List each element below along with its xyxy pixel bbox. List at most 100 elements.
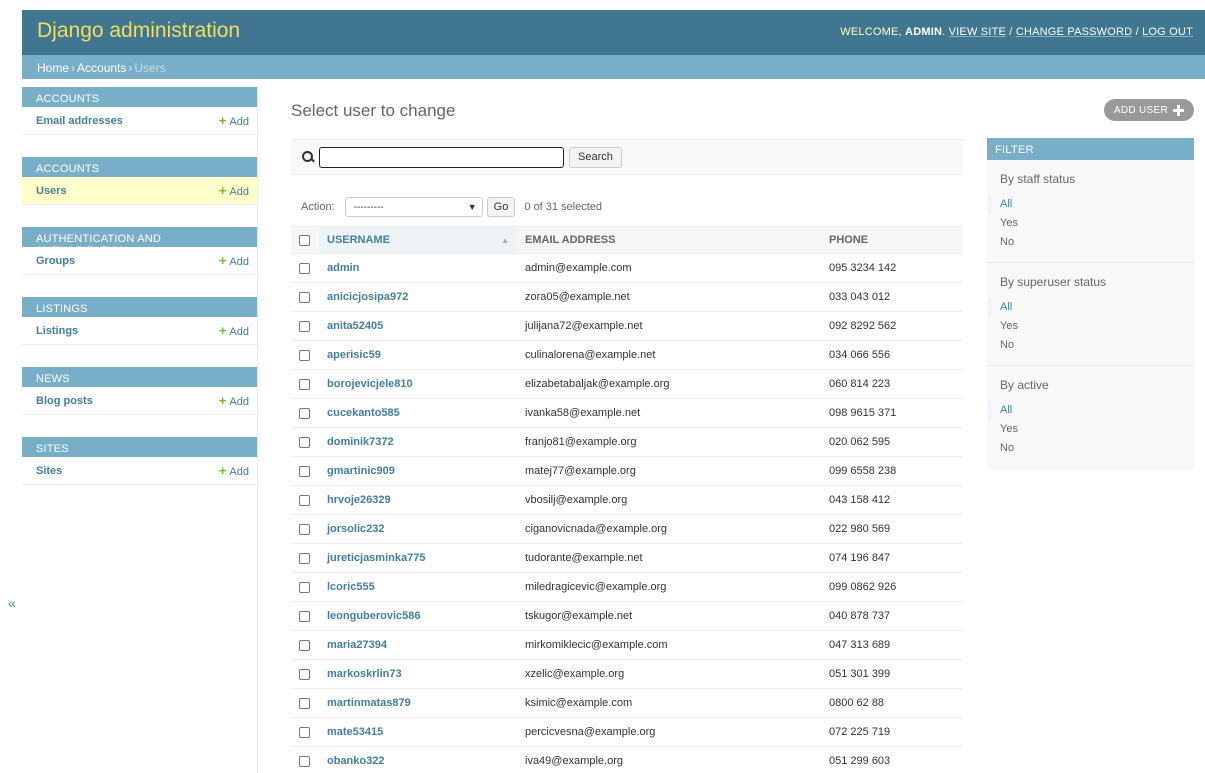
table-row: cucekanto585 ivanka58@example.net 098 9615… (291, 398, 963, 428)
username-link[interactable]: jureticjasminka775 (327, 552, 425, 564)
row-select-cell (291, 253, 319, 283)
row-checkbox[interactable] (299, 668, 310, 680)
table-row: admin admin@example.com 095 3234 142 (291, 253, 963, 283)
filter-option-active-all[interactable]: All (987, 401, 1194, 420)
column-header-username[interactable]: Username ▲ (319, 226, 517, 254)
table-row: aperisic59 culinalorena@example.net 034 06… (291, 340, 963, 370)
row-checkbox[interactable] (299, 291, 310, 303)
module-caption[interactable]: Authentication and Authorization (22, 227, 257, 257)
sidebar-link-listings[interactable]: Listings (36, 325, 78, 337)
toggle-nav-sidebar-button[interactable]: « (8, 595, 16, 611)
table-row: martinmatas879 ksimic@example.com 0800 62 … (291, 688, 963, 718)
phone-cell: 074 196 847 (821, 543, 963, 573)
search-input[interactable] (319, 146, 564, 168)
sidebar-link-groups[interactable]: Groups (36, 255, 75, 267)
filter-option-active-yes[interactable]: Yes (987, 420, 1194, 439)
column-header-phone[interactable]: Phone (821, 226, 963, 254)
log-out-link[interactable]: LOG OUT (1142, 26, 1193, 38)
row-checkbox[interactable] (299, 610, 310, 622)
row-checkbox[interactable] (299, 552, 310, 564)
select-all-checkbox[interactable] (299, 234, 310, 246)
breadcrumb-accounts[interactable]: Accounts (77, 61, 126, 75)
sidebar-item-sites: Sites + Add (22, 457, 257, 485)
view-site-link[interactable]: VIEW SITE (949, 26, 1006, 38)
username-link[interactable]: anita52405 (327, 320, 383, 332)
username-link[interactable]: borojevicjele810 (327, 378, 413, 390)
filter-option-staff-all[interactable]: All (987, 195, 1194, 214)
username-link[interactable]: lcoric555 (327, 581, 375, 593)
row-checkbox[interactable] (299, 726, 310, 738)
username-link[interactable]: maria27394 (327, 639, 387, 651)
email-cell: elizabetabaljak@example.org (517, 369, 821, 399)
add-user-sidebar-link[interactable]: + Add (219, 183, 249, 198)
filter-option-superuser-no[interactable]: No (987, 336, 1194, 355)
username-link[interactable]: aperisic59 (327, 349, 381, 361)
row-checkbox[interactable] (299, 378, 310, 390)
phone-cell: 060 814 223 (821, 369, 963, 399)
add-user-button[interactable]: ADD USER (1103, 99, 1194, 121)
username-link[interactable]: hrvoje26329 (327, 494, 391, 506)
actions-bar: Action: --------- ▼ Go 0 of 31 selected (291, 194, 963, 220)
module-caption[interactable]: Listings (22, 297, 257, 317)
filter-option-active-no[interactable]: No (987, 439, 1194, 458)
add-group-link[interactable]: + Add (219, 253, 249, 268)
row-checkbox[interactable] (299, 494, 310, 506)
username-link[interactable]: cucekanto585 (327, 407, 400, 419)
sidebar-link-users[interactable]: Users (36, 185, 67, 197)
plus-icon (1173, 104, 1184, 116)
add-blog-post-link[interactable]: + Add (219, 393, 249, 408)
filter-option-staff-no[interactable]: No (987, 233, 1194, 252)
site-branding-link[interactable]: Django administration (37, 19, 240, 43)
username-link[interactable]: obanko322 (327, 755, 384, 767)
search-button[interactable]: Search (569, 146, 622, 168)
filter-option-superuser-yes[interactable]: Yes (987, 317, 1194, 336)
plus-icon: + (218, 253, 227, 268)
row-checkbox[interactable] (299, 349, 310, 361)
sidebar-link-blog-posts[interactable]: Blog posts (36, 395, 93, 407)
sort-ascending-icon[interactable]: ▲ (501, 236, 509, 245)
username-link[interactable]: martinmatas879 (327, 697, 411, 709)
row-select-cell (291, 601, 319, 631)
sidebar-link-sites[interactable]: Sites (36, 465, 62, 477)
add-email-address-link[interactable]: + Add (219, 113, 249, 128)
row-checkbox[interactable] (299, 755, 310, 767)
filter-option-superuser-all[interactable]: All (987, 298, 1194, 317)
module-caption[interactable]: News (22, 367, 257, 387)
module-caption[interactable]: Accounts (22, 87, 257, 107)
row-checkbox[interactable] (299, 436, 310, 448)
username-link[interactable]: jorsolic232 (327, 523, 384, 535)
row-checkbox[interactable] (299, 407, 310, 419)
username-link[interactable]: anicicjosipa972 (327, 291, 408, 303)
row-select-cell (291, 282, 319, 312)
change-password-link[interactable]: CHANGE PASSWORD (1016, 26, 1132, 38)
sidebar-link-email-addresses[interactable]: Email addresses (36, 115, 123, 127)
row-checkbox[interactable] (299, 262, 310, 274)
breadcrumb-home[interactable]: Home (37, 61, 69, 75)
username-link[interactable]: markoskrlin73 (327, 668, 402, 680)
row-checkbox[interactable] (299, 320, 310, 332)
filter-option-staff-yes[interactable]: Yes (987, 214, 1194, 233)
row-checkbox[interactable] (299, 523, 310, 535)
row-checkbox[interactable] (299, 639, 310, 651)
module-caption[interactable]: Sites (22, 437, 257, 457)
row-checkbox[interactable] (299, 581, 310, 593)
add-listing-link[interactable]: + Add (219, 323, 249, 338)
filter-panel: Filter By staff status All Yes No By sup… (987, 138, 1194, 470)
sidebar-item-users: Users + Add (22, 177, 257, 205)
username-link[interactable]: dominik7372 (327, 436, 394, 448)
username-link[interactable]: leonguberovic586 (327, 610, 421, 622)
row-checkbox[interactable] (299, 697, 310, 709)
row-checkbox[interactable] (299, 465, 310, 477)
column-header-email[interactable]: Email address (517, 226, 821, 254)
row-select-cell (291, 572, 319, 602)
username-link[interactable]: mate53415 (327, 726, 383, 738)
module-caption[interactable]: Accounts (22, 157, 257, 177)
add-site-link[interactable]: + Add (219, 463, 249, 478)
username-link[interactable]: admin (327, 262, 359, 274)
username-link[interactable]: gmartinic909 (327, 465, 395, 477)
action-select[interactable]: --------- ▼ (344, 197, 483, 217)
search-toolbar: Search (291, 139, 963, 175)
go-button[interactable]: Go (486, 197, 516, 217)
phone-cell: 020 062 595 (821, 427, 963, 457)
plus-icon: + (218, 113, 227, 128)
